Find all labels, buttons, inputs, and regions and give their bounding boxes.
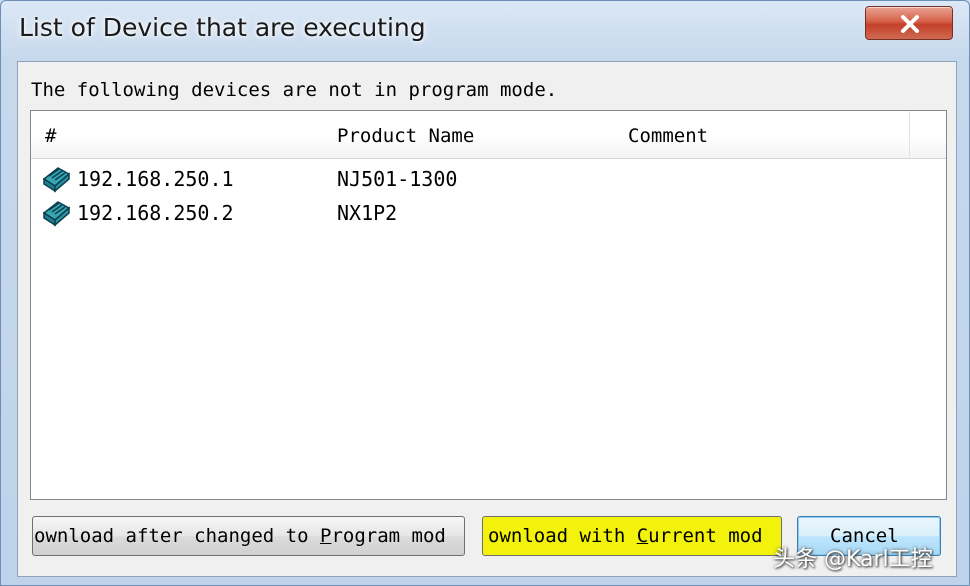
close-button[interactable] bbox=[865, 6, 953, 40]
plc-device-icon bbox=[42, 167, 71, 193]
list-header: # Product Name Comment bbox=[31, 111, 946, 159]
button-label: ownload after changed to Program mod bbox=[34, 525, 446, 547]
close-icon bbox=[901, 15, 919, 33]
dialog-client-area: The following devices are not in program… bbox=[17, 61, 957, 577]
column-header-comment[interactable]: Comment bbox=[628, 125, 708, 147]
device-address: 192.168.250.1 bbox=[77, 167, 234, 191]
device-product-name: NJ501-1300 bbox=[337, 167, 458, 191]
download-current-mode-button[interactable]: ownload with Current mod bbox=[482, 516, 782, 556]
download-program-mode-button[interactable]: ownload after changed to Program mod bbox=[32, 516, 465, 556]
watermark: 头条 @Karl工控 bbox=[773, 547, 933, 572]
dialog-window: List of Device that are executing The fo… bbox=[0, 0, 970, 586]
window-title: List of Device that are executing bbox=[19, 13, 426, 42]
device-product-name: NX1P2 bbox=[337, 201, 398, 225]
column-header-product-name[interactable]: Product Name bbox=[337, 125, 474, 147]
button-label: ownload with Current mod bbox=[488, 525, 763, 547]
device-list[interactable]: # Product Name Comment 192.168.250.1 NJ5… bbox=[30, 110, 947, 500]
plc-device-icon bbox=[42, 201, 71, 227]
column-header-number[interactable]: # bbox=[45, 125, 56, 147]
table-row[interactable]: 192.168.250.2 NX1P2 bbox=[31, 195, 944, 229]
table-row[interactable]: 192.168.250.1 NJ501-1300 bbox=[31, 161, 944, 195]
column-separator bbox=[909, 111, 910, 158]
dialog-message: The following devices are not in program… bbox=[31, 79, 558, 101]
device-address: 192.168.250.2 bbox=[77, 201, 234, 225]
